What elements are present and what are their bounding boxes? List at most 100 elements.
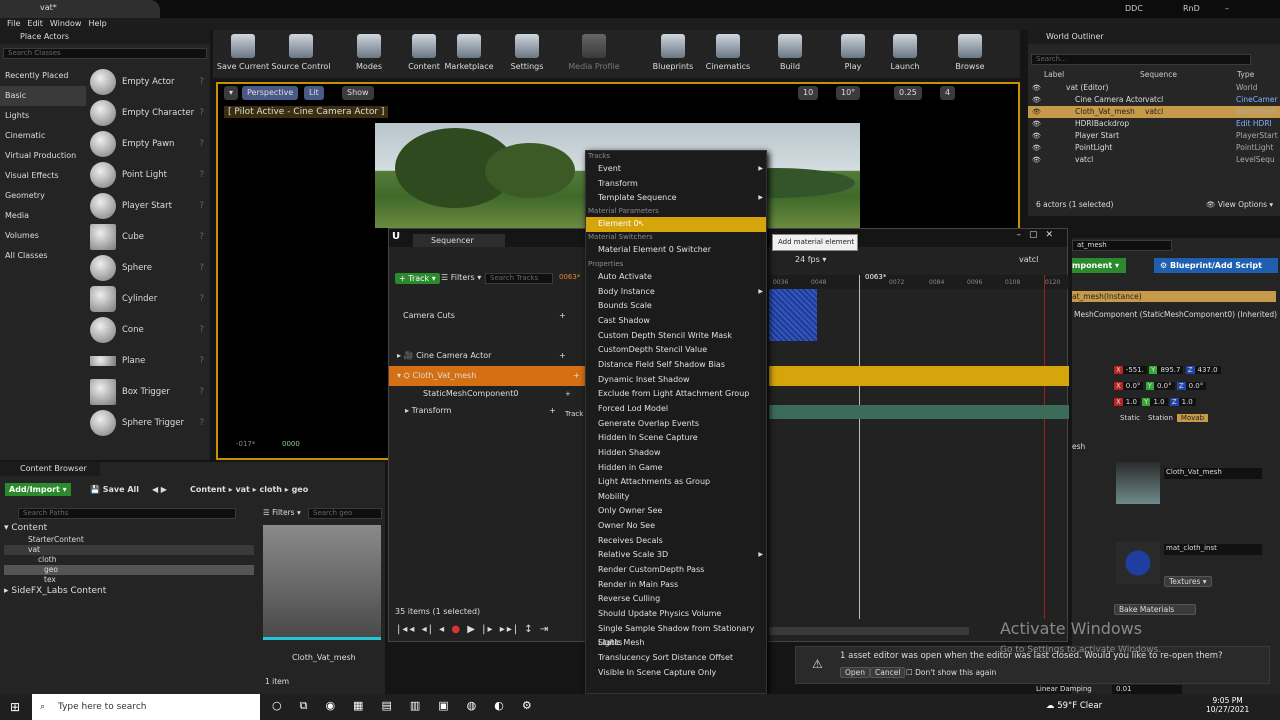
outliner-row[interactable]: 👁 Cine Camera Actor vatcl CineCamer — [1028, 94, 1280, 106]
static-mesh-picker[interactable]: Cloth_Vat_mesh — [1164, 468, 1262, 479]
window-controls[interactable]: –▢✕ — [1225, 0, 1280, 31]
grid-snap-value[interactable]: 10 — [798, 86, 819, 100]
material-picker[interactable]: mat_cloth_inst — [1164, 544, 1262, 555]
weather-widget[interactable]: ☁ 59°F Clear — [1046, 701, 1102, 711]
menu-item-property[interactable]: Render in Main Pass — [586, 578, 766, 593]
menu-item-property[interactable]: Receives Decals — [586, 534, 766, 549]
search-classes-input[interactable]: Search Classes — [3, 48, 207, 59]
help-icon[interactable]: ? — [199, 263, 204, 273]
outliner-row[interactable]: 👁 Player Start PlayerStart — [1028, 130, 1280, 142]
transform-section-bar[interactable] — [769, 405, 1069, 419]
cat-lights[interactable]: Lights — [0, 106, 86, 126]
menu-item-property[interactable]: Hidden Shadow — [586, 446, 766, 461]
actor-item[interactable]: Plane? — [86, 345, 210, 376]
menu-item-material-switcher[interactable]: Material Element 0 Switcher — [586, 243, 766, 258]
component-row[interactable]: MeshComponent (StaticMeshComponent0) (In… — [1074, 310, 1277, 319]
menu-item-property[interactable]: Reverse Culling — [586, 592, 766, 607]
visibility-icon[interactable]: 👁 — [1032, 118, 1041, 130]
search-paths-input[interactable]: Search Paths — [18, 508, 236, 519]
help-icon[interactable]: ? — [199, 201, 204, 211]
outliner-row[interactable]: 👁 Cloth_Vat_mesh vatcl StaticMesh — [1028, 106, 1280, 118]
browse-button[interactable]: Browse — [940, 34, 1000, 71]
menu-item-property[interactable]: Single Sample Shadow from Stationary Lig… — [586, 622, 766, 648]
show-button[interactable]: Show — [342, 86, 374, 100]
taskbar-search[interactable]: ⌕ Type here to search — [32, 694, 260, 720]
outliner-row[interactable]: 👁 HDRIBackdrop Edit HDRI — [1028, 118, 1280, 130]
tree-item[interactable]: ▾ Content — [4, 523, 254, 535]
cat-media[interactable]: Media — [0, 206, 86, 226]
cat-geometry[interactable]: Geometry — [0, 186, 86, 206]
mesh-thumbnail[interactable] — [1116, 462, 1160, 504]
actor-item[interactable]: Cylinder? — [86, 283, 210, 314]
visibility-icon[interactable]: 👁 — [1032, 94, 1041, 106]
build-button[interactable]: Build — [760, 34, 820, 71]
search-geo-input[interactable]: Search geo — [308, 508, 382, 519]
linear-damping-field[interactable]: 0.01 — [1112, 685, 1182, 694]
actor-item[interactable]: Box Trigger? — [86, 376, 210, 407]
nav-arrows[interactable]: ◀ ▶ — [152, 485, 167, 494]
open-button[interactable]: Open — [840, 667, 871, 678]
media-profile-button[interactable]: Media Profile — [564, 34, 624, 71]
col-sequence[interactable]: Sequence — [1140, 70, 1177, 79]
cancel-button[interactable]: Cancel — [870, 667, 906, 678]
help-icon[interactable]: ? — [199, 77, 204, 87]
add-icon[interactable]: + — [549, 401, 556, 421]
add-icon[interactable]: + — [573, 366, 580, 386]
track-camera-cuts[interactable]: Camera Cuts + — [389, 306, 587, 326]
menu-edit[interactable]: Edit — [27, 18, 43, 30]
menu-item-property[interactable]: Generate Overlap Events — [586, 417, 766, 432]
actor-item[interactable]: Cube? — [86, 221, 210, 252]
asset-label[interactable]: Cloth_Vat_mesh — [292, 653, 356, 662]
cat-recently-placed[interactable]: Recently Placed — [0, 66, 86, 86]
outliner-row[interactable]: 👁 vatcl LevelSequ — [1028, 154, 1280, 166]
cat-volumes[interactable]: Volumes — [0, 226, 86, 246]
actor-item[interactable]: Cone? — [86, 314, 210, 345]
windows-start-icon[interactable]: ⊞ — [10, 700, 20, 714]
menu-item-property[interactable]: Auto Activate — [586, 270, 766, 285]
menu-item-property[interactable]: Light Attachments as Group — [586, 475, 766, 490]
taskbar-app-icons[interactable]: ○⧉◉▦▤▥▣◍◐⚙ — [272, 699, 550, 713]
lit-button[interactable]: Lit — [304, 86, 324, 100]
menu-item-property[interactable]: Hidden In Scene Capture — [586, 431, 766, 446]
settings-button[interactable]: Settings — [497, 34, 557, 71]
menu-item-transform[interactable]: Transform — [586, 177, 766, 192]
cat-all-classes[interactable]: All Classes — [0, 246, 86, 266]
sequencer-tab[interactable]: Sequencer — [413, 234, 505, 247]
help-icon[interactable]: ? — [199, 108, 204, 118]
scale-fields[interactable]: X 1.0 Y 1.0 Z 1.0 — [1114, 398, 1196, 406]
menu-item-property[interactable]: Distance Field Self Shadow Bias — [586, 358, 766, 373]
menu-file[interactable]: File — [7, 18, 20, 30]
blueprint-add-script-button[interactable]: ⚙ Blueprint/Add Script — [1154, 258, 1278, 273]
actor-item[interactable]: Sphere Trigger? — [86, 407, 210, 438]
menu-item-property[interactable]: Render CustomDepth Pass — [586, 563, 766, 578]
material-thumbnail[interactable] — [1116, 542, 1160, 584]
timeline-ruler[interactable]: 0036 0048 0063* 0072 0084 0096 0108 0120 — [769, 273, 1069, 289]
cat-virtual-production[interactable]: Virtual Production — [0, 146, 86, 166]
perspective-button[interactable]: Perspective — [242, 86, 299, 100]
document-tab[interactable]: vat* — [0, 0, 160, 18]
actor-item[interactable]: Empty Character? — [86, 97, 210, 128]
menu-item-property[interactable]: Forced Lod Model — [586, 402, 766, 417]
source-control-button[interactable]: Source Control — [271, 34, 331, 71]
help-icon[interactable]: ? — [199, 325, 204, 335]
menu-item-property[interactable]: Relative Scale 3D ▶ — [586, 548, 766, 563]
actor-item[interactable]: Player Start? — [86, 190, 210, 221]
pilot-label[interactable]: [ Pilot Active - Cine Camera Actor ] — [224, 106, 389, 118]
cat-visual-effects[interactable]: Visual Effects — [0, 166, 86, 186]
clock[interactable]: 9:05 PM 10/27/2021 — [1206, 696, 1249, 714]
cat-basic[interactable]: Basic — [0, 86, 86, 106]
help-icon[interactable]: ? — [199, 232, 204, 242]
menu-item-property[interactable]: CustomDepth Stencil Value — [586, 343, 766, 358]
current-frame-field[interactable]: 0063* — [559, 273, 580, 281]
help-icon[interactable]: ? — [199, 356, 204, 366]
track-transform[interactable]: ▸ Transform + — [389, 401, 587, 421]
menu-item-property[interactable]: Mobility — [586, 490, 766, 505]
menu-item-property[interactable]: Cast Shadow — [586, 314, 766, 329]
search-tracks-input[interactable]: Search Tracks — [485, 273, 553, 284]
camera-speed-value[interactable]: 4 — [940, 86, 956, 100]
visibility-icon[interactable]: 👁 — [1032, 142, 1041, 154]
location-fields[interactable]: X -551. Y 895.7 Z 437.0 — [1114, 366, 1221, 374]
menu-item-property[interactable]: Static Mesh — [586, 636, 766, 651]
help-icon[interactable]: ? — [199, 387, 204, 397]
ddc-label[interactable]: DDC — [1125, 0, 1143, 18]
